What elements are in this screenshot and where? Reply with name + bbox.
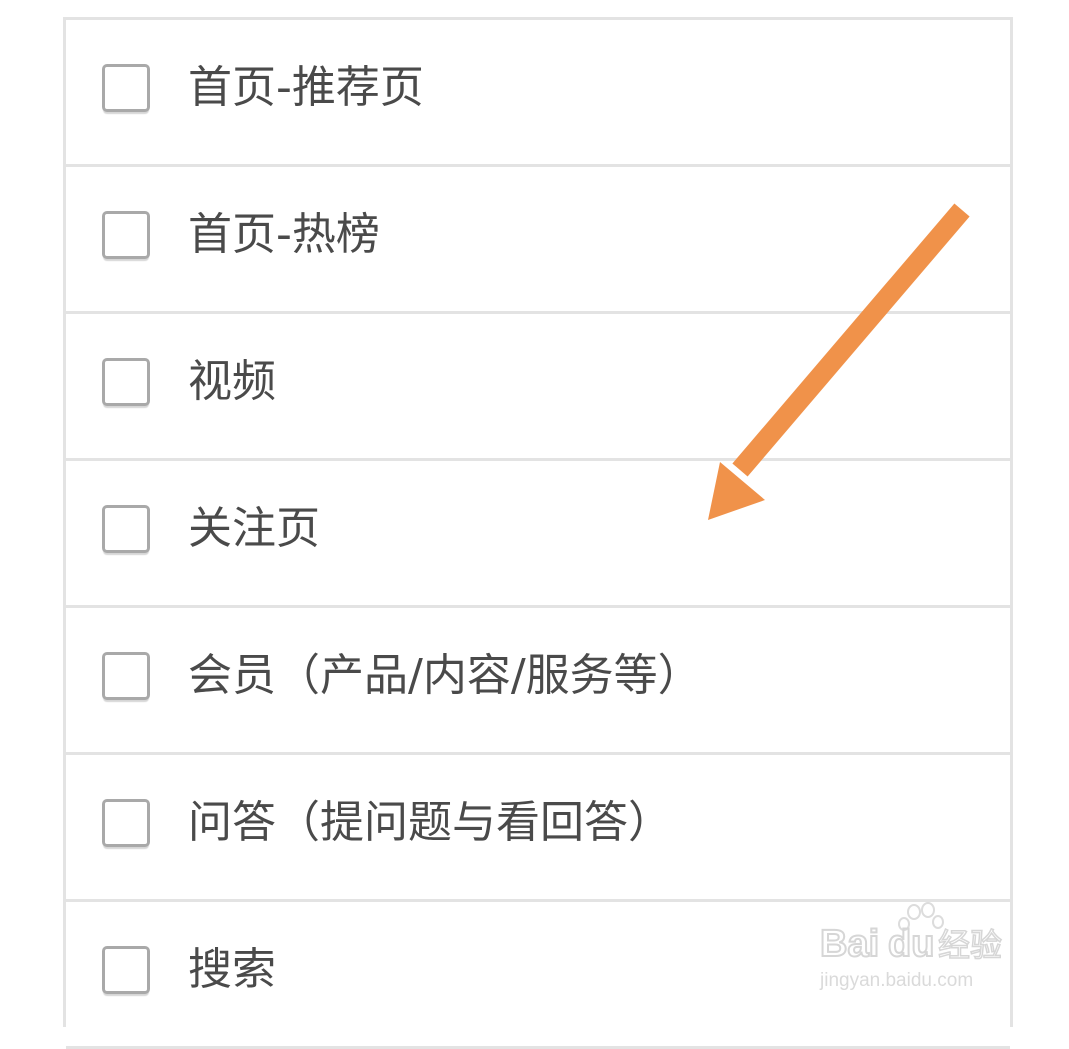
checkbox[interactable] [102, 211, 150, 259]
list-item[interactable]: 会员（产品/内容/服务等） [66, 608, 1010, 755]
option-label: 问答（提问题与看回答） [188, 797, 672, 848]
checkbox[interactable] [102, 505, 150, 553]
option-label: 搜索 [188, 944, 276, 995]
option-label: 首页-推荐页 [188, 62, 424, 113]
option-label: 视频 [188, 356, 276, 407]
list-item[interactable]: 搜索 [66, 902, 1010, 1049]
checkbox[interactable] [102, 946, 150, 994]
option-label: 会员（产品/内容/服务等） [188, 650, 702, 701]
option-label: 首页-热榜 [188, 209, 380, 260]
list-item[interactable]: 首页-热榜 [66, 167, 1010, 314]
checkbox[interactable] [102, 652, 150, 700]
option-label: 关注页 [188, 503, 320, 554]
list-item[interactable]: 关注页 [66, 461, 1010, 608]
checkbox[interactable] [102, 799, 150, 847]
list-item[interactable]: 问答（提问题与看回答） [66, 755, 1010, 902]
list-item[interactable]: 视频 [66, 314, 1010, 461]
list-item[interactable]: 首页-推荐页 [66, 20, 1010, 167]
checkbox[interactable] [102, 64, 150, 112]
option-list: 首页-推荐页 首页-热榜 视频 关注页 会员（产品/内容/服务等） 问答（提问题… [63, 17, 1013, 1049]
checkbox[interactable] [102, 358, 150, 406]
